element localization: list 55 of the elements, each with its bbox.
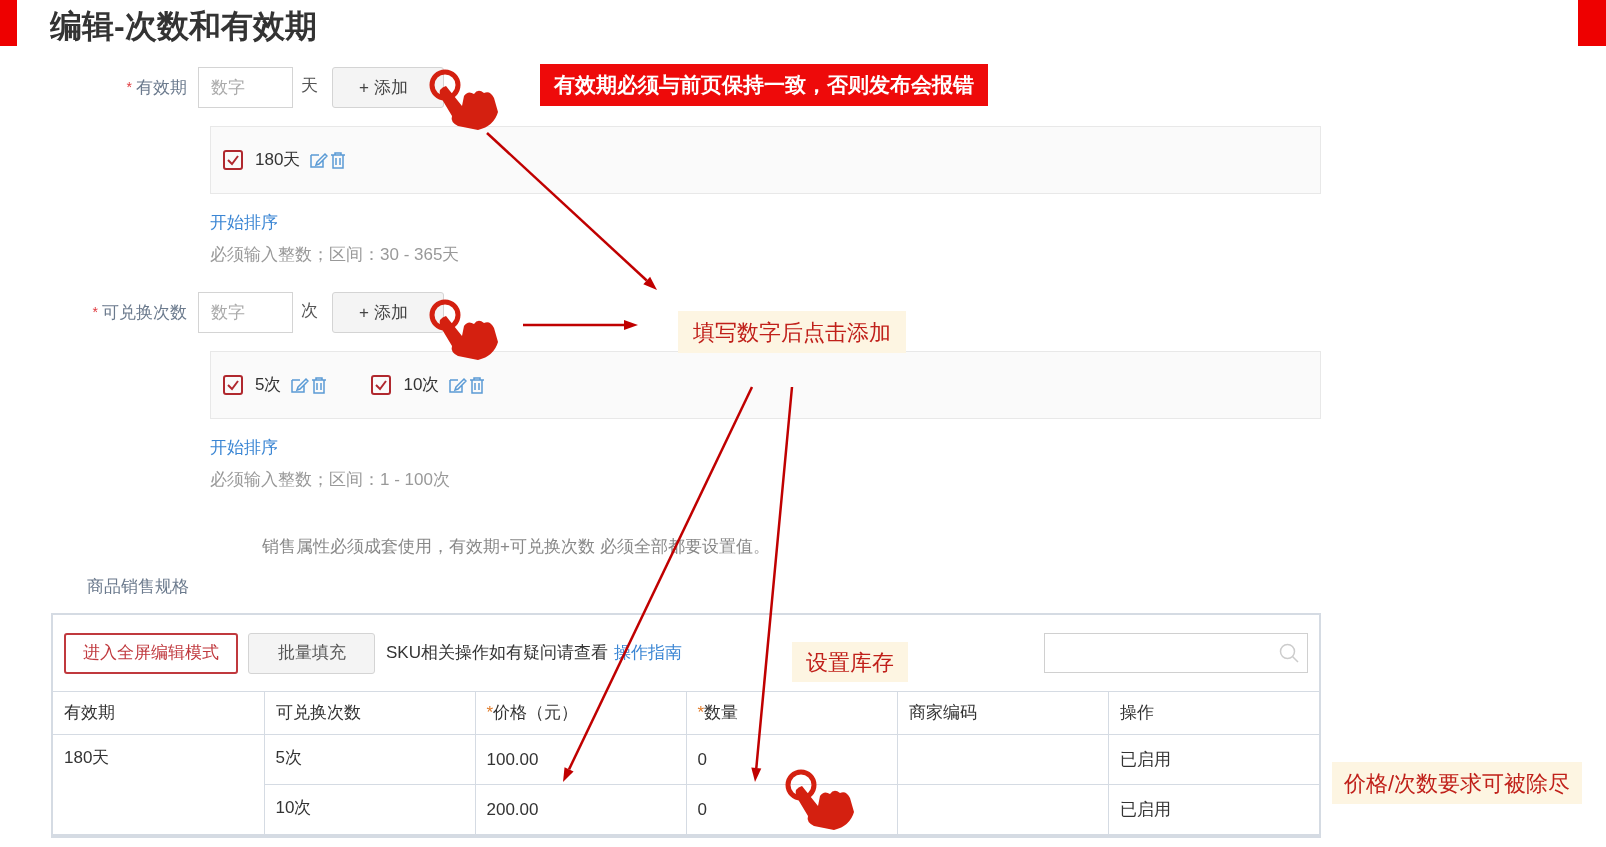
section-label: 商品销售规格	[87, 575, 189, 598]
add-button[interactable]: + 添加	[332, 67, 444, 108]
table-cell: 180天	[53, 734, 264, 835]
accent-bar	[1578, 0, 1606, 46]
hint-text: 必须输入整数；区间：30 - 365天	[210, 243, 460, 266]
field-label: 有效期	[136, 76, 187, 99]
sort-link[interactable]: 开始排序	[210, 435, 278, 461]
required-mark: *	[126, 78, 132, 97]
value-label: 180天	[255, 149, 301, 172]
unit-label: 天	[301, 75, 318, 97]
column-header: 有效期	[53, 691, 264, 735]
number-input[interactable]: 数字	[198, 292, 293, 333]
fullscreen-edit-button[interactable]: 进入全屏编辑模式	[64, 632, 238, 674]
sort-link[interactable]: 开始排序	[210, 210, 278, 236]
check-icon	[374, 378, 389, 392]
edit-icon[interactable]	[310, 152, 329, 168]
trash-icon[interactable]	[469, 376, 486, 394]
add-button[interactable]: + 添加	[332, 292, 444, 333]
search-field[interactable]	[1044, 633, 1308, 673]
value-label: 10次	[403, 374, 440, 397]
trash-icon[interactable]	[311, 376, 328, 394]
checkbox[interactable]	[371, 375, 392, 395]
callout-note: 设置库存	[792, 642, 908, 682]
search-icon	[1279, 643, 1299, 663]
trash-icon[interactable]	[330, 151, 347, 169]
callout-banner: 有效期必须与前页保持一致，否则发布会报错	[540, 64, 988, 106]
column-header: 商家编码	[897, 691, 1108, 735]
edit-icon[interactable]	[449, 377, 468, 393]
checkbox[interactable]	[223, 150, 243, 170]
number-input[interactable]: 数字	[198, 67, 293, 108]
table-cell: 10次	[264, 784, 475, 835]
column-header: *价格（元）	[475, 691, 686, 735]
checkbox[interactable]	[223, 375, 243, 395]
pointing-hand-icon	[428, 298, 500, 362]
required-mark: *	[92, 303, 98, 322]
callout-note: 价格/次数要求可被除尽	[1332, 762, 1583, 804]
help-text: SKU相关操作如有疑问请查看	[386, 642, 608, 665]
callout-note: 填写数字后点击添加	[678, 311, 906, 353]
table-cell: 200.00	[475, 784, 686, 835]
batch-fill-button[interactable]: 批量填充	[248, 632, 375, 674]
accent-bar	[0, 0, 17, 46]
check-icon	[226, 153, 240, 167]
table-cell: 5次	[264, 734, 475, 785]
check-icon	[226, 378, 240, 392]
column-header: 可兑换次数	[264, 691, 475, 735]
hint-text: 必须输入整数；区间：1 - 100次	[210, 468, 450, 491]
column-header: *数量	[686, 691, 897, 735]
pointing-hand-icon	[784, 768, 856, 832]
column-header: 操作	[1108, 691, 1319, 735]
value-label: 5次	[255, 374, 282, 397]
edit-icon[interactable]	[291, 377, 310, 393]
unit-label: 次	[301, 300, 318, 322]
field-label: 可兑换次数	[102, 301, 187, 324]
page-title: 编辑-次数和有效期	[50, 7, 317, 46]
pointing-hand-icon	[428, 68, 500, 132]
